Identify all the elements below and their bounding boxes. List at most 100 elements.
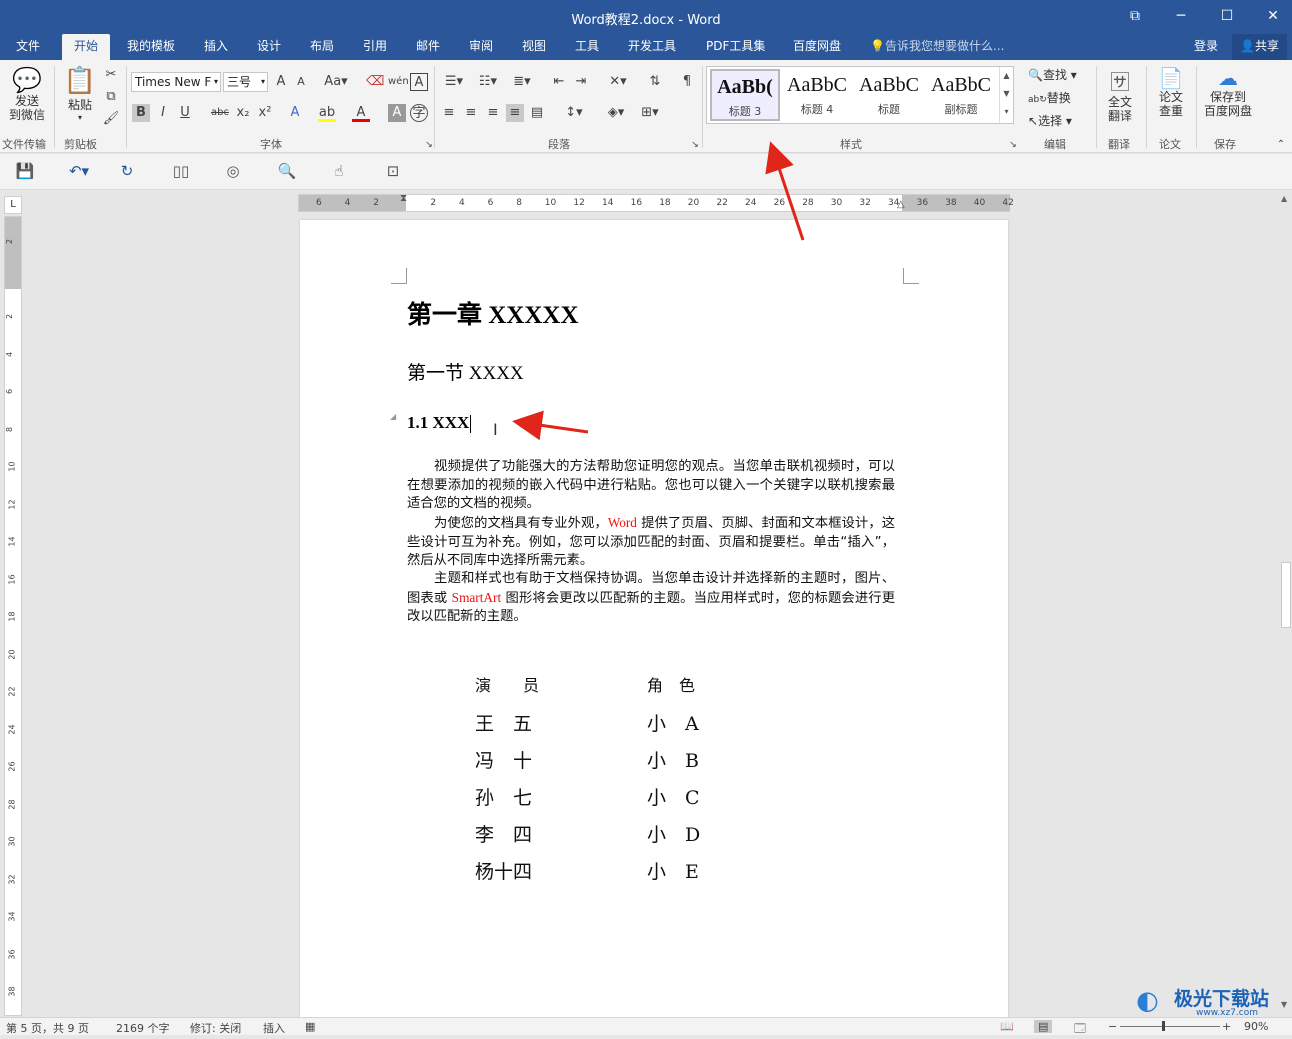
word-count[interactable]: 2169 个字 xyxy=(116,1020,170,1036)
heading-section[interactable]: 第一节 XXXX xyxy=(407,358,524,385)
collapse-ribbon-icon[interactable]: ⌃ xyxy=(1272,136,1290,154)
style-title[interactable]: AaBbC 标题 xyxy=(854,69,924,121)
scroll-thumb[interactable] xyxy=(1281,562,1291,628)
close-button[interactable]: ✕ xyxy=(1250,0,1292,34)
align-left-icon[interactable]: ≡ xyxy=(440,104,458,122)
line-spacing-icon[interactable]: ↕▾ xyxy=(560,104,588,122)
tab-review[interactable]: 审阅 xyxy=(469,34,493,60)
ribbon-display-icon[interactable]: ⧉ xyxy=(1112,0,1158,34)
shrink-font-icon[interactable]: A xyxy=(292,73,310,91)
find-button[interactable]: 🔍查找 ▾ xyxy=(1028,66,1077,83)
format-painter-icon[interactable]: 🖌 xyxy=(102,110,120,128)
touch-mode-icon[interactable]: ☝ xyxy=(328,162,350,182)
replace-button[interactable]: ab↻替换 xyxy=(1028,89,1071,106)
right-indent-icon[interactable]: △ xyxy=(897,199,905,210)
strikethrough-icon[interactable]: abc xyxy=(208,104,232,122)
paragraph-2[interactable]: 为使您的文档具有专业外观，Word 提供了页眉、页脚、封面和文本框设计，这些设计… xyxy=(407,514,895,571)
align-right-icon[interactable]: ≡ xyxy=(484,104,502,122)
distributed-icon[interactable]: ▤ xyxy=(528,104,546,122)
sort-icon[interactable]: ⇅ xyxy=(646,73,664,91)
font-name-combo[interactable]: Times New F ▾ xyxy=(131,72,221,92)
zoom-in-icon[interactable]: + xyxy=(1222,1020,1231,1033)
tab-developer[interactable]: 开发工具 xyxy=(628,34,676,60)
font-size-combo[interactable]: 三号 ▾ xyxy=(223,72,268,92)
enclose-char-icon[interactable]: 字 xyxy=(410,104,428,122)
tell-me-search[interactable]: 💡告诉我您想要做什么... xyxy=(870,34,1004,60)
heading-subsection[interactable]: 1.1 XXX xyxy=(407,413,472,434)
save-to-baidu-button[interactable]: ☁ 保存到 百度网盘 xyxy=(1200,66,1256,132)
increase-indent-icon[interactable]: ⇥ xyxy=(572,73,590,91)
page-count[interactable]: 第 5 页，共 9 页 xyxy=(6,1020,89,1036)
tab-view[interactable]: 视图 xyxy=(522,34,546,60)
collapse-triangle-icon[interactable]: ◢ xyxy=(390,412,396,421)
minimize-button[interactable]: ─ xyxy=(1158,0,1204,34)
borders-icon[interactable]: ⊞▾ xyxy=(636,104,664,122)
dialog-launcher-icon[interactable]: ↘ xyxy=(1004,136,1022,154)
zoom-out-icon[interactable]: − xyxy=(1108,1020,1117,1033)
paste-button[interactable]: 📋 粘贴 ▾ xyxy=(60,66,100,132)
multilevel-list-icon[interactable]: ≣▾ xyxy=(508,73,536,91)
subscript-icon[interactable]: x₂ xyxy=(234,104,252,122)
zoom-slider-thumb[interactable] xyxy=(1162,1021,1165,1031)
customize-icon[interactable]: ⊡ xyxy=(382,162,404,182)
indent-marker-icon[interactable]: ⧗ xyxy=(400,193,407,204)
maximize-button[interactable]: ☐ xyxy=(1204,0,1250,34)
undo-icon[interactable]: ↶▾ xyxy=(62,162,96,182)
thesis-check-button[interactable]: 📄 论文 查重 xyxy=(1150,66,1192,132)
paragraph-3[interactable]: 主题和样式也有助于文档保持协调。当您单击设计并选择新的主题时，图片、图表或 Sm… xyxy=(407,570,895,627)
cut-icon[interactable]: ✂ xyxy=(102,66,120,84)
zoom-level[interactable]: 90% xyxy=(1244,1020,1268,1033)
tab-file[interactable]: 文件 xyxy=(16,34,40,60)
italic-icon[interactable]: I xyxy=(154,104,172,122)
styles-scroll[interactable]: ▲ ▼ ▾ xyxy=(999,67,1013,123)
shading-icon[interactable]: ◈▾ xyxy=(602,104,630,122)
tab-insert[interactable]: 插入 xyxy=(204,34,228,60)
insert-mode[interactable]: 插入 xyxy=(263,1020,285,1036)
text-effects-icon[interactable]: A xyxy=(286,104,304,122)
style-heading-4[interactable]: AaBbC 标题 4 xyxy=(782,69,852,121)
tab-references[interactable]: 引用 xyxy=(363,34,387,60)
web-view-icon[interactable]: 🗔 xyxy=(1074,1020,1086,1039)
tab-tools[interactable]: 工具 xyxy=(575,34,599,60)
track-changes-status[interactable]: 修订: 关闭 xyxy=(190,1020,241,1036)
web-layout-icon[interactable]: ◎ xyxy=(222,162,244,182)
style-heading-3[interactable]: AaBb( 标题 3 xyxy=(710,69,780,121)
underline-icon[interactable]: U xyxy=(176,104,194,122)
macro-icon[interactable]: ▦ xyxy=(305,1020,315,1033)
login-link[interactable]: 登录 xyxy=(1194,34,1218,60)
tab-layout[interactable]: 布局 xyxy=(310,34,334,60)
align-center-icon[interactable]: ≡ xyxy=(462,104,480,122)
share-button[interactable]: 👤共享 xyxy=(1232,34,1287,60)
tab-templates[interactable]: 我的模板 xyxy=(127,34,175,60)
highlight-icon[interactable]: ab xyxy=(318,104,336,122)
numbering-icon[interactable]: ☷▾ xyxy=(474,73,502,91)
dialog-launcher-icon[interactable]: ↘ xyxy=(420,136,438,154)
zoom-slider[interactable] xyxy=(1120,1026,1220,1027)
tab-home[interactable]: 开始 xyxy=(62,34,111,60)
char-border-icon[interactable]: A xyxy=(410,73,428,91)
superscript-icon[interactable]: x² xyxy=(256,104,274,122)
bold-icon[interactable]: B xyxy=(132,104,150,122)
decrease-indent-icon[interactable]: ⇤ xyxy=(550,73,568,91)
tab-mailings[interactable]: 邮件 xyxy=(416,34,440,60)
change-case-icon[interactable]: Aa▾ xyxy=(322,73,350,91)
show-marks-icon[interactable]: ¶ xyxy=(678,73,696,91)
paragraph-1[interactable]: 视频提供了功能强大的方法帮助您证明您的观点。当您单击联机视频时，可以在想要添加的… xyxy=(407,458,895,514)
grow-font-icon[interactable]: A xyxy=(272,73,290,91)
print-preview-icon[interactable]: 🔍 xyxy=(276,162,298,182)
bullets-icon[interactable]: ☰▾ xyxy=(440,73,468,91)
vertical-scrollbar[interactable]: ▲ ▼ xyxy=(1280,192,1292,1016)
full-translate-button[interactable]: 🈂 全文 翻译 xyxy=(1100,66,1140,132)
read-view-icon[interactable]: 📖 xyxy=(1000,1020,1014,1033)
read-mode-icon[interactable]: ▯▯ xyxy=(170,162,192,182)
heading-chapter[interactable]: 第一章 XXXXX xyxy=(407,295,579,331)
style-subtitle[interactable]: AaBbC 副标题 xyxy=(926,69,996,121)
vertical-ruler[interactable]: 2 2 4 6 8 10 12 14 16 18 20 22 24 26 28 30 32 34 36 38 xyxy=(4,216,22,1016)
tab-baidu-netdisk[interactable]: 百度网盘 xyxy=(793,34,841,60)
chinese-layout-icon[interactable]: ✕▾ xyxy=(604,73,632,91)
clear-format-icon[interactable]: ⌫ xyxy=(366,73,384,91)
copy-icon[interactable]: ⧉ xyxy=(102,88,120,106)
tab-pdf-tools[interactable]: PDF工具集 xyxy=(706,34,765,60)
redo-icon[interactable]: ↻ xyxy=(116,162,138,182)
print-layout-icon[interactable]: ▤ xyxy=(1034,1020,1053,1033)
